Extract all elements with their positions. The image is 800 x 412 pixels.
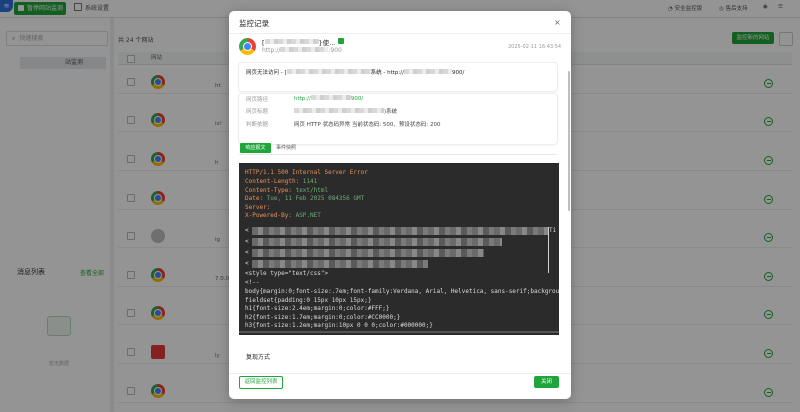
code-header-line: Content-Type: text/html [245,187,328,195]
code-right-mark: Ti [549,227,557,234]
code-comment-line: <!-- [245,279,260,286]
record-date: 2025-02-11 16:43:54 [508,44,562,50]
divider [229,373,571,374]
redacted-text [264,39,319,44]
code-header-value: Tue, 11 Feb 2025 084356 GMT [263,195,365,203]
code-header-line: Date: Tue, 11 Feb 2025 084356 GMT [245,195,364,203]
reproduce-title: 复现方式 [246,354,271,361]
code-css-line: h3{font-size:1.2em;margin:10px 0 0 0;col… [245,322,433,330]
monitor-record-dialog: 监控记录 × [}使… http://:900 2025-02-11 16:43… [229,11,571,399]
redacted-code [252,227,548,235]
info-card [239,94,557,144]
code-body-line: < [245,249,249,256]
alert-text: 网页无法访问 - [系统 - http://900/ [246,69,465,76]
dialog-title: 监控记录 [239,19,269,28]
code-header-value: 1141 [299,178,318,185]
redacted-text [310,95,351,100]
code-body-line: < [245,260,249,267]
redacted-text [294,108,384,113]
reason-label: 判断依据 [246,122,269,128]
status-badge [338,38,344,44]
code-header-line: Server: [245,204,270,212]
code-header-key: Date: [245,195,264,203]
code-css-line: h1{font-size:2.4em;margin:0;color:#FFF;} [245,305,390,313]
code-header-key: Server: [245,203,271,211]
code-css-line: body{margin:0;font-size:.7em;font-family… [245,288,559,295]
path-link[interactable]: http://900/ [294,95,363,102]
code-header-value: ASP.NET [291,212,321,220]
dialog-scrollbar[interactable] [568,71,570,211]
redacted-text [280,47,329,52]
code-css-line: h2{font-size:1.7em;margin:0;color:#CC000… [245,313,401,321]
code-body-line: < [245,227,249,234]
divider [229,33,571,34]
reason-value: 网页 HTTP 状态码异常 当前状态码: 500、预设状态码: 200 [294,122,441,128]
code-style-line: <style type="text/css"> [245,270,329,277]
close-button[interactable]: 关闭 [534,376,559,388]
divider [239,154,557,155]
path-label: 网页路径 [246,97,269,103]
redacted-code [252,260,428,268]
redacted-code [252,249,484,257]
code-header-value: text/html [291,186,329,194]
code-scroll-marker [548,227,549,273]
code-header-line: Content-Length: 1141 [245,178,317,186]
code-body-line: < [245,238,249,245]
code-status-line: HTTP/1.1 500 Internal Server Error [245,169,368,176]
redacted-text [403,69,452,74]
back-to-list-button[interactable]: 返回监控列表 [239,376,283,389]
tab-response[interactable]: 响应报文 [240,143,271,153]
code-header-key: Content-Type: [245,186,292,194]
close-icon[interactable]: × [554,18,561,27]
redacted-text [286,69,371,74]
code-css-line: fieldset{padding:0 15px 10px 15px;} [245,296,372,304]
page-title-value: )系统 [294,107,397,115]
code-header-key: X-Powered-By: [245,212,292,220]
response-code-block: HTTP/1.1 500 Internal Server Error Conte… [239,163,559,335]
site-url: http://:900 [262,47,342,54]
code-horizontal-scrollbar[interactable] [239,331,559,333]
title-label: 网页标题 [246,109,269,115]
site-name: [}使… [262,39,336,47]
code-header-line: X-Powered-By: ASP.NET [245,212,321,220]
redacted-code [252,238,502,246]
code-header-key: Content-Length: [245,178,300,185]
chrome-icon [239,38,256,55]
tab-snapshot[interactable]: 事件快照 [276,143,296,153]
